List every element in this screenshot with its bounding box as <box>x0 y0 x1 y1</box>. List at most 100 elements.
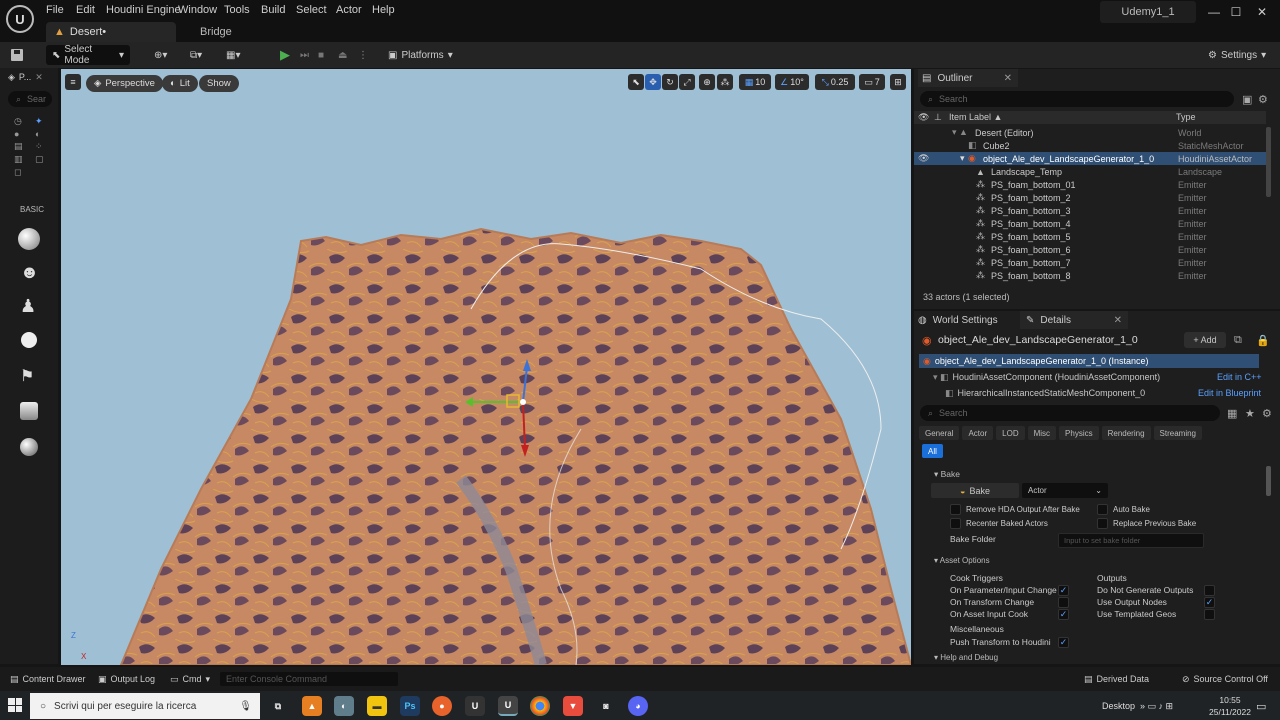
edit-cpp-link[interactable]: Edit in C++ <box>1217 372 1262 382</box>
menu-houdini-engine[interactable]: Houdini Engine <box>106 4 181 16</box>
tree-row[interactable]: ⁂ PS_foam_bottom_6 Emitter <box>914 243 1266 256</box>
eject-icon[interactable]: ⏏ <box>338 45 347 65</box>
help-debug-header[interactable]: ▾ Help and Debug <box>934 653 998 662</box>
level-tab-desert[interactable]: ▲ Desert• <box>46 22 176 42</box>
grid-snap-toggle[interactable]: ▦ 10 <box>739 74 771 90</box>
all-classes-icon[interactable]: ◻ <box>14 167 29 178</box>
tree-row[interactable]: ◧ Cube2 StaticMeshActor <box>914 139 1266 152</box>
filter-physics[interactable]: Physics <box>1059 426 1099 440</box>
add-content-icon[interactable]: ⊕▾ <box>154 45 167 65</box>
camera-app-icon[interactable]: ◙ <box>596 696 616 716</box>
use-output-nodes-checkbox[interactable]: ✓ <box>1204 597 1215 608</box>
clock-time[interactable]: 10:55 <box>1210 695 1250 705</box>
col-item-label[interactable]: Item Label ▲ <box>949 112 1002 122</box>
cmd-dropdown[interactable]: ▭ Cmd ▾ <box>170 672 210 686</box>
chrome-icon[interactable] <box>530 696 550 716</box>
asset-options-header[interactable]: ▾ Asset Options <box>934 556 990 565</box>
select-mode-dropdown[interactable]: ⬉ Select Mode ▾ <box>46 44 130 66</box>
recenter-option[interactable]: Recenter Baked Actors <box>950 518 1048 529</box>
details-search-input[interactable]: ⌕ Search <box>920 405 1220 421</box>
taskbar-search-input[interactable]: ○ Scrivi qui per eseguire la ricerca 🎙 <box>30 693 260 719</box>
close-icon[interactable]: ✕ <box>1114 315 1122 326</box>
derived-data-button[interactable]: ▤ Derived Data <box>1084 672 1149 686</box>
bake-button[interactable]: ◒ Bake <box>931 483 1019 498</box>
edit-blueprint-link[interactable]: Edit in Blueprint <box>1198 388 1261 398</box>
bake-section-header[interactable]: ▾ Bake <box>934 469 960 480</box>
remove-hda-checkbox[interactable] <box>950 504 961 515</box>
replace-previous-option[interactable]: Replace Previous Bake <box>1097 518 1196 529</box>
visual-effects-icon[interactable]: ⁘ <box>35 141 50 152</box>
no-generate-outputs-checkbox[interactable] <box>1204 585 1215 596</box>
gear-icon[interactable]: ⚙ <box>1262 407 1272 420</box>
volumes-icon[interactable]: ▢ <box>35 154 50 165</box>
rotate-tool-icon[interactable]: ↻ <box>662 74 678 90</box>
lock-icon[interactable]: 🔒 <box>1256 334 1270 347</box>
maximize-viewport-icon[interactable]: ⊞ <box>890 74 906 90</box>
tree-row[interactable]: ⁂ PS_foam_bottom_7 Emitter <box>914 256 1266 269</box>
component-instance-row[interactable]: ◉ object_Ale_dev_LandscapeGenerator_1_0 (… <box>919 354 1259 368</box>
geometry-icon[interactable]: ▥ <box>14 154 29 165</box>
tree-row[interactable]: ⁂ PS_foam_bottom_4 Emitter <box>914 217 1266 230</box>
unreal-editor-icon[interactable]: U <box>498 696 518 716</box>
on-transform-change-checkbox[interactable] <box>1058 597 1069 608</box>
filter-lod[interactable]: LOD <box>996 426 1025 440</box>
blueprint-icon[interactable]: ⧉ <box>1234 334 1242 347</box>
microphone-icon[interactable]: 🎙 <box>239 701 252 712</box>
console-input[interactable]: Enter Console Command <box>220 672 398 686</box>
tree-row[interactable]: ⁂ PS_foam_bottom_2 Emitter <box>914 191 1266 204</box>
filter-actor[interactable]: Actor <box>962 426 994 440</box>
character-icon[interactable]: ☻ <box>20 262 39 286</box>
output-log-button[interactable]: ▣ Output Log <box>98 672 155 686</box>
point-light-icon[interactable] <box>21 332 37 348</box>
details-scrollbar[interactable] <box>1266 466 1271 496</box>
menu-help[interactable]: Help <box>372 4 395 16</box>
rotation-snap-toggle[interactable]: ∠ 10° <box>775 74 809 90</box>
firefox-icon[interactable]: ● <box>432 696 452 716</box>
filter-general[interactable]: General <box>919 426 960 440</box>
file-explorer-icon[interactable]: ▬ <box>367 696 387 716</box>
menu-actor[interactable]: Actor <box>336 4 362 16</box>
vlc-icon[interactable]: ▲ <box>302 696 322 716</box>
details-tab[interactable]: ✎ Details ✕ <box>1020 311 1128 329</box>
table-view-icon[interactable]: ▦ <box>1227 407 1237 420</box>
blueprint-icon[interactable]: ⧉▾ <box>190 45 202 65</box>
close-icon[interactable]: ✕ <box>35 72 43 83</box>
tree-row[interactable]: ⁂ PS_foam_bottom_5 Emitter <box>914 230 1266 243</box>
show-button[interactable]: Show <box>199 75 239 92</box>
stop-icon[interactable]: ■ <box>318 45 324 65</box>
filter-streaming[interactable]: Streaming <box>1153 426 1202 440</box>
world-space-icon[interactable]: ⊕ <box>699 74 715 90</box>
content-drawer-button[interactable]: ▤ Content Drawer <box>10 672 86 686</box>
outliner-scrollbar[interactable] <box>1266 127 1271 197</box>
shapes-icon[interactable]: ◐ <box>35 129 50 139</box>
sphere-icon[interactable] <box>20 438 38 456</box>
player-start-icon[interactable]: ⚑ <box>20 366 34 386</box>
settings-button[interactable]: ⚙ Settings ▾ <box>1208 45 1266 65</box>
component-row[interactable]: ▾ ◧ HoudiniAssetComponent (HoudiniAssetCo… <box>919 370 1259 384</box>
tree-row[interactable]: ⁂ PS_foam_bottom_3 Emitter <box>914 204 1266 217</box>
step-icon[interactable]: ⏭ <box>300 45 309 65</box>
outliner-tab[interactable]: ▤ Outliner ✕ <box>918 69 1018 87</box>
add-component-button[interactable]: + Add <box>1184 332 1226 348</box>
photoshop-icon[interactable]: Ps <box>400 696 420 716</box>
windows-start-icon[interactable] <box>8 698 22 712</box>
viewport-menu-icon[interactable]: ≡ <box>65 74 81 90</box>
scale-tool-icon[interactable]: ⤢ <box>679 74 695 90</box>
outliner-search-input[interactable]: ⌕ Search <box>920 91 1234 107</box>
bake-type-dropdown[interactable]: Actor ⌄ <box>1022 483 1108 498</box>
col-type[interactable]: Type <box>1176 112 1196 122</box>
remove-hda-option[interactable]: Remove HDA Output After Bake <box>950 504 1080 515</box>
empty-actor-icon[interactable] <box>18 228 40 250</box>
save-icon[interactable] <box>10 45 24 65</box>
tray-icons[interactable]: » ▭ ♪ ⊞ <box>1140 701 1173 712</box>
place-search-input[interactable]: ⌕ Sear <box>8 91 52 107</box>
bridge-tab[interactable]: Bridge <box>200 22 260 42</box>
tree-row[interactable]: ⁂ PS_foam_bottom_8 Emitter <box>914 269 1266 282</box>
source-control-button[interactable]: ⊘ Source Control Off <box>1182 672 1268 686</box>
perspective-button[interactable]: ◈ Perspective <box>86 75 163 92</box>
push-transform-checkbox[interactable]: ✓ <box>1058 637 1069 648</box>
filter-all[interactable]: All <box>922 444 943 458</box>
menu-edit[interactable]: Edit <box>76 4 95 16</box>
translate-tool-icon[interactable]: ✥ <box>645 74 661 90</box>
brave-icon[interactable]: ▼ <box>563 696 583 716</box>
